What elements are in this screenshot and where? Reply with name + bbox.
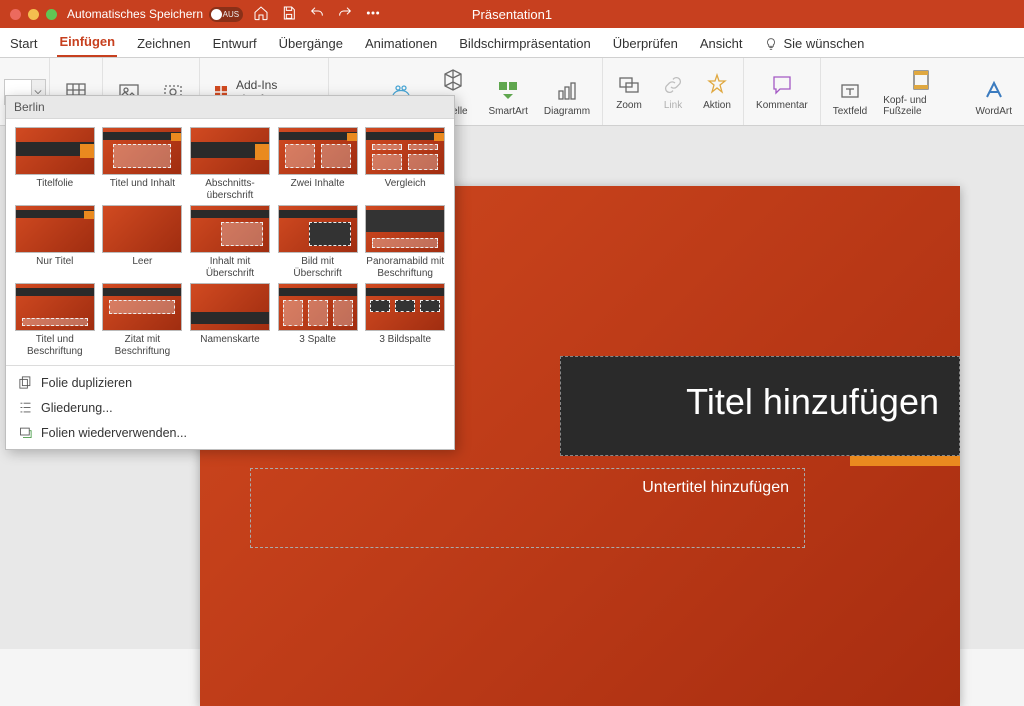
tab-einfuegen[interactable]: Einfügen — [57, 28, 117, 57]
wordart-button[interactable]: WordArt — [972, 76, 1017, 119]
title-text: Titel hinzufügen — [561, 357, 959, 447]
layout-grid: Titelfolie Titel und Inhalt Abschnitts-ü… — [6, 119, 454, 365]
layout-thumb — [365, 205, 445, 253]
subtitle-text: Untertitel hinzufügen — [642, 479, 789, 496]
minimize-window[interactable] — [28, 9, 39, 20]
layout-thumb — [278, 127, 358, 175]
layout-thumb — [365, 283, 445, 331]
duplicate-slide[interactable]: Folie duplizieren — [6, 370, 454, 395]
duplicate-icon — [18, 375, 33, 390]
tab-zeichnen[interactable]: Zeichnen — [135, 30, 192, 57]
quick-access-toolbar — [253, 5, 381, 24]
text-group: Textfeld Kopf- und Fußzeile WordArt — [821, 58, 1024, 125]
home-icon[interactable] — [253, 5, 269, 24]
layout-thumb — [190, 205, 270, 253]
action-button[interactable]: Aktion — [699, 70, 735, 113]
title-placeholder[interactable]: Titel hinzufügen — [560, 356, 960, 456]
smartart-button[interactable]: SmartArt — [484, 76, 531, 119]
comment-icon — [768, 72, 796, 98]
more-icon[interactable] — [365, 5, 381, 24]
autosave-toggle[interactable]: Automatisches Speichern AUS — [67, 7, 243, 22]
links-group: Zoom Link Aktion — [603, 58, 744, 125]
layout-panorama[interactable]: Panoramabild mit Beschriftung — [364, 205, 446, 279]
layout-thumb — [102, 127, 182, 175]
layout-thumb — [15, 205, 95, 253]
layout-thumb — [190, 127, 270, 175]
layout-titel-beschriftung[interactable]: Titel und Beschriftung — [14, 283, 96, 357]
tab-bildschirm[interactable]: Bildschirmpräsentation — [457, 30, 593, 57]
layout-abschnitt[interactable]: Abschnitts-überschrift — [189, 127, 271, 201]
lightbulb-icon — [764, 37, 778, 51]
layout-vergleich[interactable]: Vergleich — [364, 127, 446, 201]
subtitle-placeholder[interactable]: Untertitel hinzufügen — [250, 468, 805, 548]
tab-start[interactable]: Start — [8, 30, 39, 57]
save-icon[interactable] — [281, 5, 297, 24]
comment-button[interactable]: Kommentar — [752, 70, 812, 113]
cube-icon — [439, 67, 467, 93]
tab-ansicht[interactable]: Ansicht — [698, 30, 745, 57]
reuse-slides[interactable]: Folien wiederverwenden... — [6, 420, 454, 445]
layout-thumb — [102, 205, 182, 253]
layout-thumb — [278, 283, 358, 331]
new-slide-flyout: Berlin Titelfolie Titel und Inhalt Absch… — [5, 95, 455, 450]
layout-titelfolie[interactable]: Titelfolie — [14, 127, 96, 201]
link-icon — [659, 72, 687, 98]
layout-bild-ueberschrift[interactable]: Bild mit Überschrift — [277, 205, 359, 279]
undo-icon[interactable] — [309, 5, 325, 24]
zoom-icon — [615, 72, 643, 98]
tell-me[interactable]: Sie wünschen — [762, 30, 866, 57]
smartart-icon — [494, 78, 522, 104]
wordart-icon — [980, 78, 1008, 104]
autosave-label: Automatisches Speichern — [67, 7, 203, 21]
tab-ueberpruefen[interactable]: Überprüfen — [611, 30, 680, 57]
outline-slides[interactable]: Gliederung... — [6, 395, 454, 420]
layout-thumb — [190, 283, 270, 331]
action-icon — [703, 72, 731, 98]
layout-inhalt-ueberschrift[interactable]: Inhalt mit Überschrift — [189, 205, 271, 279]
redo-icon[interactable] — [337, 5, 353, 24]
document-title: Präsentation1 — [472, 7, 552, 22]
tab-animationen[interactable]: Animationen — [363, 30, 439, 57]
layout-thumb — [102, 283, 182, 331]
layout-zwei-inhalte[interactable]: Zwei Inhalte — [277, 127, 359, 201]
outline-icon — [18, 400, 33, 415]
layout-thumb — [15, 283, 95, 331]
layout-3spalte[interactable]: 3 Spalte — [277, 283, 359, 357]
flyout-menu: Folie duplizieren Gliederung... Folien w… — [6, 365, 454, 449]
titlebar: Automatisches Speichern AUS Präsentation… — [0, 0, 1024, 28]
close-window[interactable] — [10, 9, 21, 20]
layout-3bildspalte[interactable]: 3 Bildspalte — [364, 283, 446, 357]
ribbon-tabs: Start Einfügen Zeichnen Entwurf Übergäng… — [0, 28, 1024, 58]
tab-entwurf[interactable]: Entwurf — [211, 30, 259, 57]
zoom-button[interactable]: Zoom — [611, 70, 647, 113]
layout-thumb — [278, 205, 358, 253]
link-button[interactable]: Link — [655, 70, 691, 113]
comments-group: Kommentar — [744, 58, 821, 125]
layout-namenskarte[interactable]: Namenskarte — [189, 283, 271, 357]
maximize-window[interactable] — [46, 9, 57, 20]
layout-thumb — [15, 127, 95, 175]
header-footer-button[interactable]: Kopf- und Fußzeile — [879, 65, 963, 119]
textbox-button[interactable]: Textfeld — [829, 76, 871, 119]
chart-button[interactable]: Diagramm — [540, 76, 594, 119]
layout-zitat[interactable]: Zitat mit Beschriftung — [102, 283, 184, 357]
tab-uebergaenge[interactable]: Übergänge — [277, 30, 345, 57]
reuse-icon — [18, 425, 33, 440]
flyout-theme-name: Berlin — [6, 96, 454, 119]
autosave-switch[interactable]: AUS — [209, 7, 243, 22]
layout-leer[interactable]: Leer — [102, 205, 184, 279]
window-controls — [10, 9, 57, 20]
layout-titel-inhalt[interactable]: Titel und Inhalt — [102, 127, 184, 201]
chart-icon — [553, 78, 581, 104]
textbox-icon — [836, 78, 864, 104]
layout-thumb — [365, 127, 445, 175]
layout-nur-titel[interactable]: Nur Titel — [14, 205, 96, 279]
header-footer-icon — [907, 67, 935, 93]
